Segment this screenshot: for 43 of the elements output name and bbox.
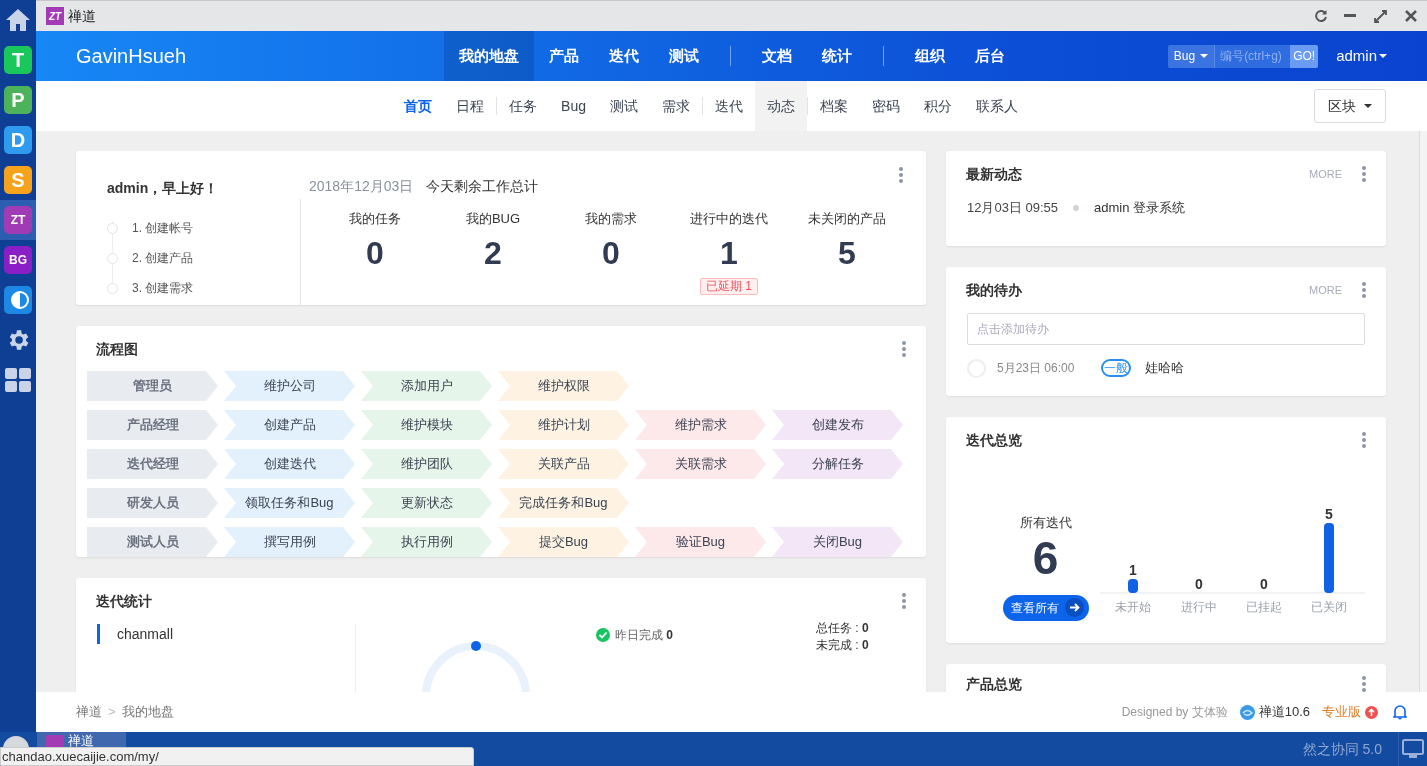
product-version-label: 然之协同 5.0 [1302, 739, 1382, 759]
stat-label: 我的任务 [349, 210, 401, 228]
role-step: 产品经理 [87, 410, 218, 440]
brand-name: GavinHsueh [76, 44, 188, 69]
card-title: 流程图 [96, 339, 138, 359]
card-title: 产品总览 [966, 676, 1022, 692]
stat-label: 未关闭的产品 [808, 210, 886, 228]
card-title: 最新动态 [966, 164, 1022, 184]
yesterday-done: 昨日完成 0 [615, 627, 674, 644]
app-logo: ZT [46, 7, 64, 25]
overdue-tag: 已延期 1 [700, 277, 758, 295]
activity-time: 12月03日 09:55 [967, 199, 1059, 218]
stat-label: 我的BUG [465, 210, 521, 228]
all-iterations-label: 所有迭代 [1019, 514, 1072, 532]
role-step: 迭代经理 [87, 449, 218, 479]
category-label: 已挂起 [1246, 600, 1282, 614]
stat-label: 进行中的迭代 [690, 210, 768, 228]
task-count: 总任务 : 0 [816, 620, 869, 637]
card-title: 我的待办 [966, 280, 1022, 300]
priority-tag: 一般 [1101, 359, 1132, 377]
role-step: 管理员 [87, 371, 218, 401]
stat-label: 我的需求 [585, 210, 637, 228]
bar-value-label: 1 [1129, 562, 1137, 578]
designed-by-text: Designed by 艾体验 [1121, 704, 1228, 721]
bar-value-label: 5 [1325, 506, 1333, 522]
role-step: 测试人员 [87, 527, 218, 557]
task-count: 未完成 : 0 [816, 637, 869, 654]
card-title: 迭代总览 [966, 430, 1022, 450]
category-label: 已关闭 [1311, 600, 1347, 614]
todo-time: 5月23日 06:00 [997, 360, 1075, 377]
bar-value-label: 0 [1260, 576, 1268, 592]
category-label: 未开始 [1115, 600, 1151, 614]
link-url-tooltip: chandao.xuecaijie.com/my/ [0, 747, 474, 766]
greeting: admin，早上好！ [107, 179, 220, 198]
role-step: 研发人员 [87, 488, 218, 518]
all-iterations-count: 6 [1032, 532, 1059, 583]
breadcrumb-separator: > [108, 703, 116, 722]
card-title: 迭代统计 [96, 591, 152, 611]
category-label: 进行中 [1181, 600, 1217, 614]
window-title: 禅道 [68, 6, 96, 26]
bar-value-label: 0 [1195, 576, 1203, 592]
today-date: 2018年12月03日 [309, 177, 414, 196]
summary-title: 今天剩余工作总计 [426, 177, 539, 196]
